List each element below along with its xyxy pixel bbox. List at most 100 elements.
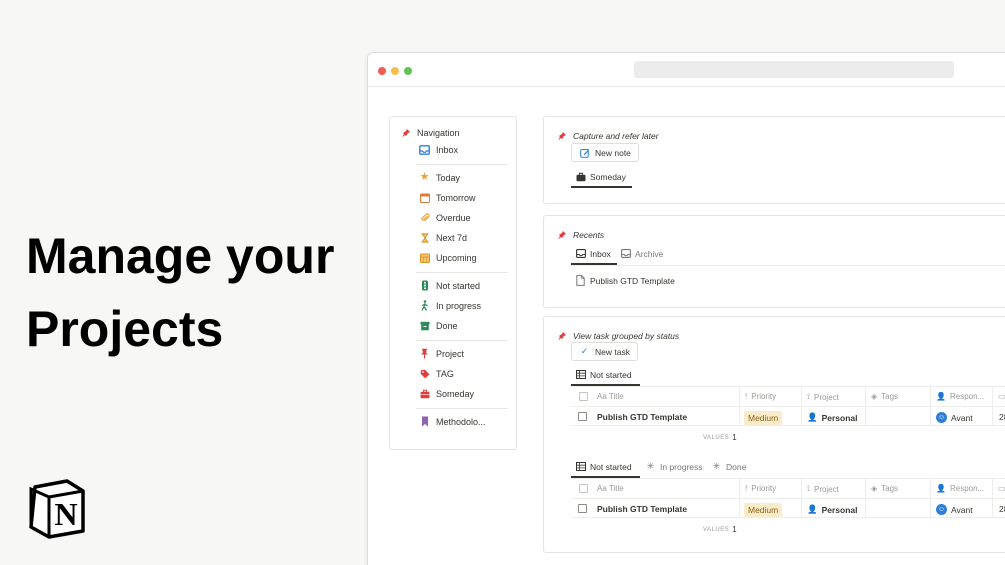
pushpin-icon [556,330,567,341]
person-icon: 👤 [807,412,818,422]
nav-item-done[interactable]: Done [419,320,458,331]
briefcase-icon [575,171,586,182]
tab-label: In progress [660,461,703,472]
capture-card: Capture and refer later New note Someday [543,116,1005,204]
column-label: Priority [751,392,777,401]
task-title[interactable]: Publish GTD Template [597,504,687,514]
select-all-checkbox[interactable] [579,484,588,493]
column-label: Project [813,392,839,402]
nav-item-in-progress[interactable]: In progress [419,300,481,311]
nav-divider [416,272,508,273]
priority-label: Medium [744,411,783,425]
column-priority[interactable]: ! Priority [745,484,776,493]
nav-divider [416,164,508,165]
responsible-cell[interactable]: ☺ Avant [936,412,973,423]
column-project[interactable]: ⟟ Project [807,392,839,402]
nav-item-tag[interactable]: TAG [419,368,454,379]
row-checkbox[interactable] [578,504,587,513]
edit-icon [579,147,590,158]
recent-item[interactable]: Publish GTD Template [575,275,675,286]
checkmark-icon: ✓ [580,346,589,356]
address-bar[interactable] [634,61,954,78]
column-tags[interactable]: ◈ Tags [871,392,898,401]
column-label: Priority [751,484,777,493]
nav-item-label: Today [436,172,461,183]
pin-icon [419,348,430,359]
column-title[interactable]: Aa Title [597,484,624,493]
nav-divider [416,408,508,409]
column-label: Aa Title [597,392,624,401]
nav-item-label: TAG [436,368,454,379]
tab-inbox[interactable]: Inbox [575,248,611,259]
project-cell[interactable]: 👤 Personal [807,412,858,423]
new-note-button[interactable]: New note [571,143,639,162]
maximize-window-icon[interactable] [404,67,412,75]
nav-item-label: In progress [436,300,482,311]
column-responsible[interactable]: 👤 Respon... [936,484,984,493]
nav-item-tomorrow[interactable]: Tomorrow [419,192,476,203]
row-checkbox[interactable] [578,412,587,421]
column-label: Tags [881,484,899,493]
recents-card: Recents Inbox Archive Publish GTD Templa… [543,215,1005,308]
tab-label: Inbox [590,248,611,259]
pushpin-icon [400,127,411,138]
nav-item-upcoming[interactable]: Upcoming [419,252,477,263]
select-all-checkbox[interactable] [579,392,588,401]
tab-label: Someday [590,171,626,182]
project-label: Personal [821,412,858,423]
responsible-cell[interactable]: ☺ Avant [936,504,973,515]
calendar-grid-icon [419,252,430,263]
values-label: VALUES [703,434,730,441]
priority-badge[interactable]: Medium [744,411,783,425]
active-tab-indicator [571,186,632,188]
nav-item-overdue[interactable]: Overdue [419,212,471,223]
priority-badge[interactable]: Medium [744,503,783,517]
row-border [571,406,1005,407]
row-border [571,498,1005,499]
nav-item-inbox[interactable]: Inbox [419,144,458,155]
column-title[interactable]: Aa Title [597,392,624,401]
close-window-icon[interactable] [378,67,386,75]
minimize-window-icon[interactable] [391,67,399,75]
column-responsible[interactable]: 👤 Respon... [936,392,984,401]
loader-icon: ✳ [646,461,655,471]
nav-item-someday[interactable]: Someday [419,388,474,399]
new-task-button[interactable]: ✓ New task [571,342,638,361]
tab-done[interactable]: ✳ Done [711,461,747,472]
nav-item-next-7d[interactable]: Next 7d [419,232,467,243]
tab-archive[interactable]: Archive [620,248,663,259]
window-titlebar [368,53,1005,87]
nav-divider [416,340,508,341]
navigation-panel: Navigation Inbox ★ Today Tomorrow Overdu… [389,116,517,450]
date-cell[interactable]: 28 [999,504,1005,514]
tag-icon: ◈ [871,392,878,401]
task-title[interactable]: Publish GTD Template [597,412,687,422]
recent-item-title: Publish GTD Template [590,275,675,286]
nav-item-today[interactable]: ★ Today [419,172,460,183]
traffic-light-icon [419,280,430,291]
tab-not-started-2[interactable]: Not started [575,461,632,472]
nav-item-methodology[interactable]: Methodolo... [419,416,486,427]
tab-in-progress[interactable]: ✳ In progress [645,461,703,472]
values-count: 1 [732,433,738,442]
responsible-label: Avant [951,504,973,515]
project-cell[interactable]: 👤 Personal [807,504,858,515]
values-count: 1 [732,525,738,534]
archive-icon [419,320,430,331]
hourglass-icon [419,232,430,243]
nav-item-project[interactable]: Project [419,348,464,359]
values-label: VALUES [703,526,730,533]
column-tags[interactable]: ◈ Tags [871,484,898,493]
pushpin-icon [556,229,567,240]
hero-line-1: Manage your [26,228,335,284]
person-icon: 👤 [936,392,946,401]
date-cell[interactable]: 28 [999,412,1005,422]
nav-item-not-started[interactable]: Not started [419,280,480,291]
column-project[interactable]: ⟟ Project [807,484,839,494]
responsible-label: Avant [951,412,973,423]
navigation-heading-label: Navigation [417,127,460,138]
tab-someday[interactable]: Someday [575,171,626,182]
person-icon: 👤 [936,484,946,493]
column-priority[interactable]: ! Priority [745,392,776,401]
tab-not-started[interactable]: Not started [575,369,632,380]
